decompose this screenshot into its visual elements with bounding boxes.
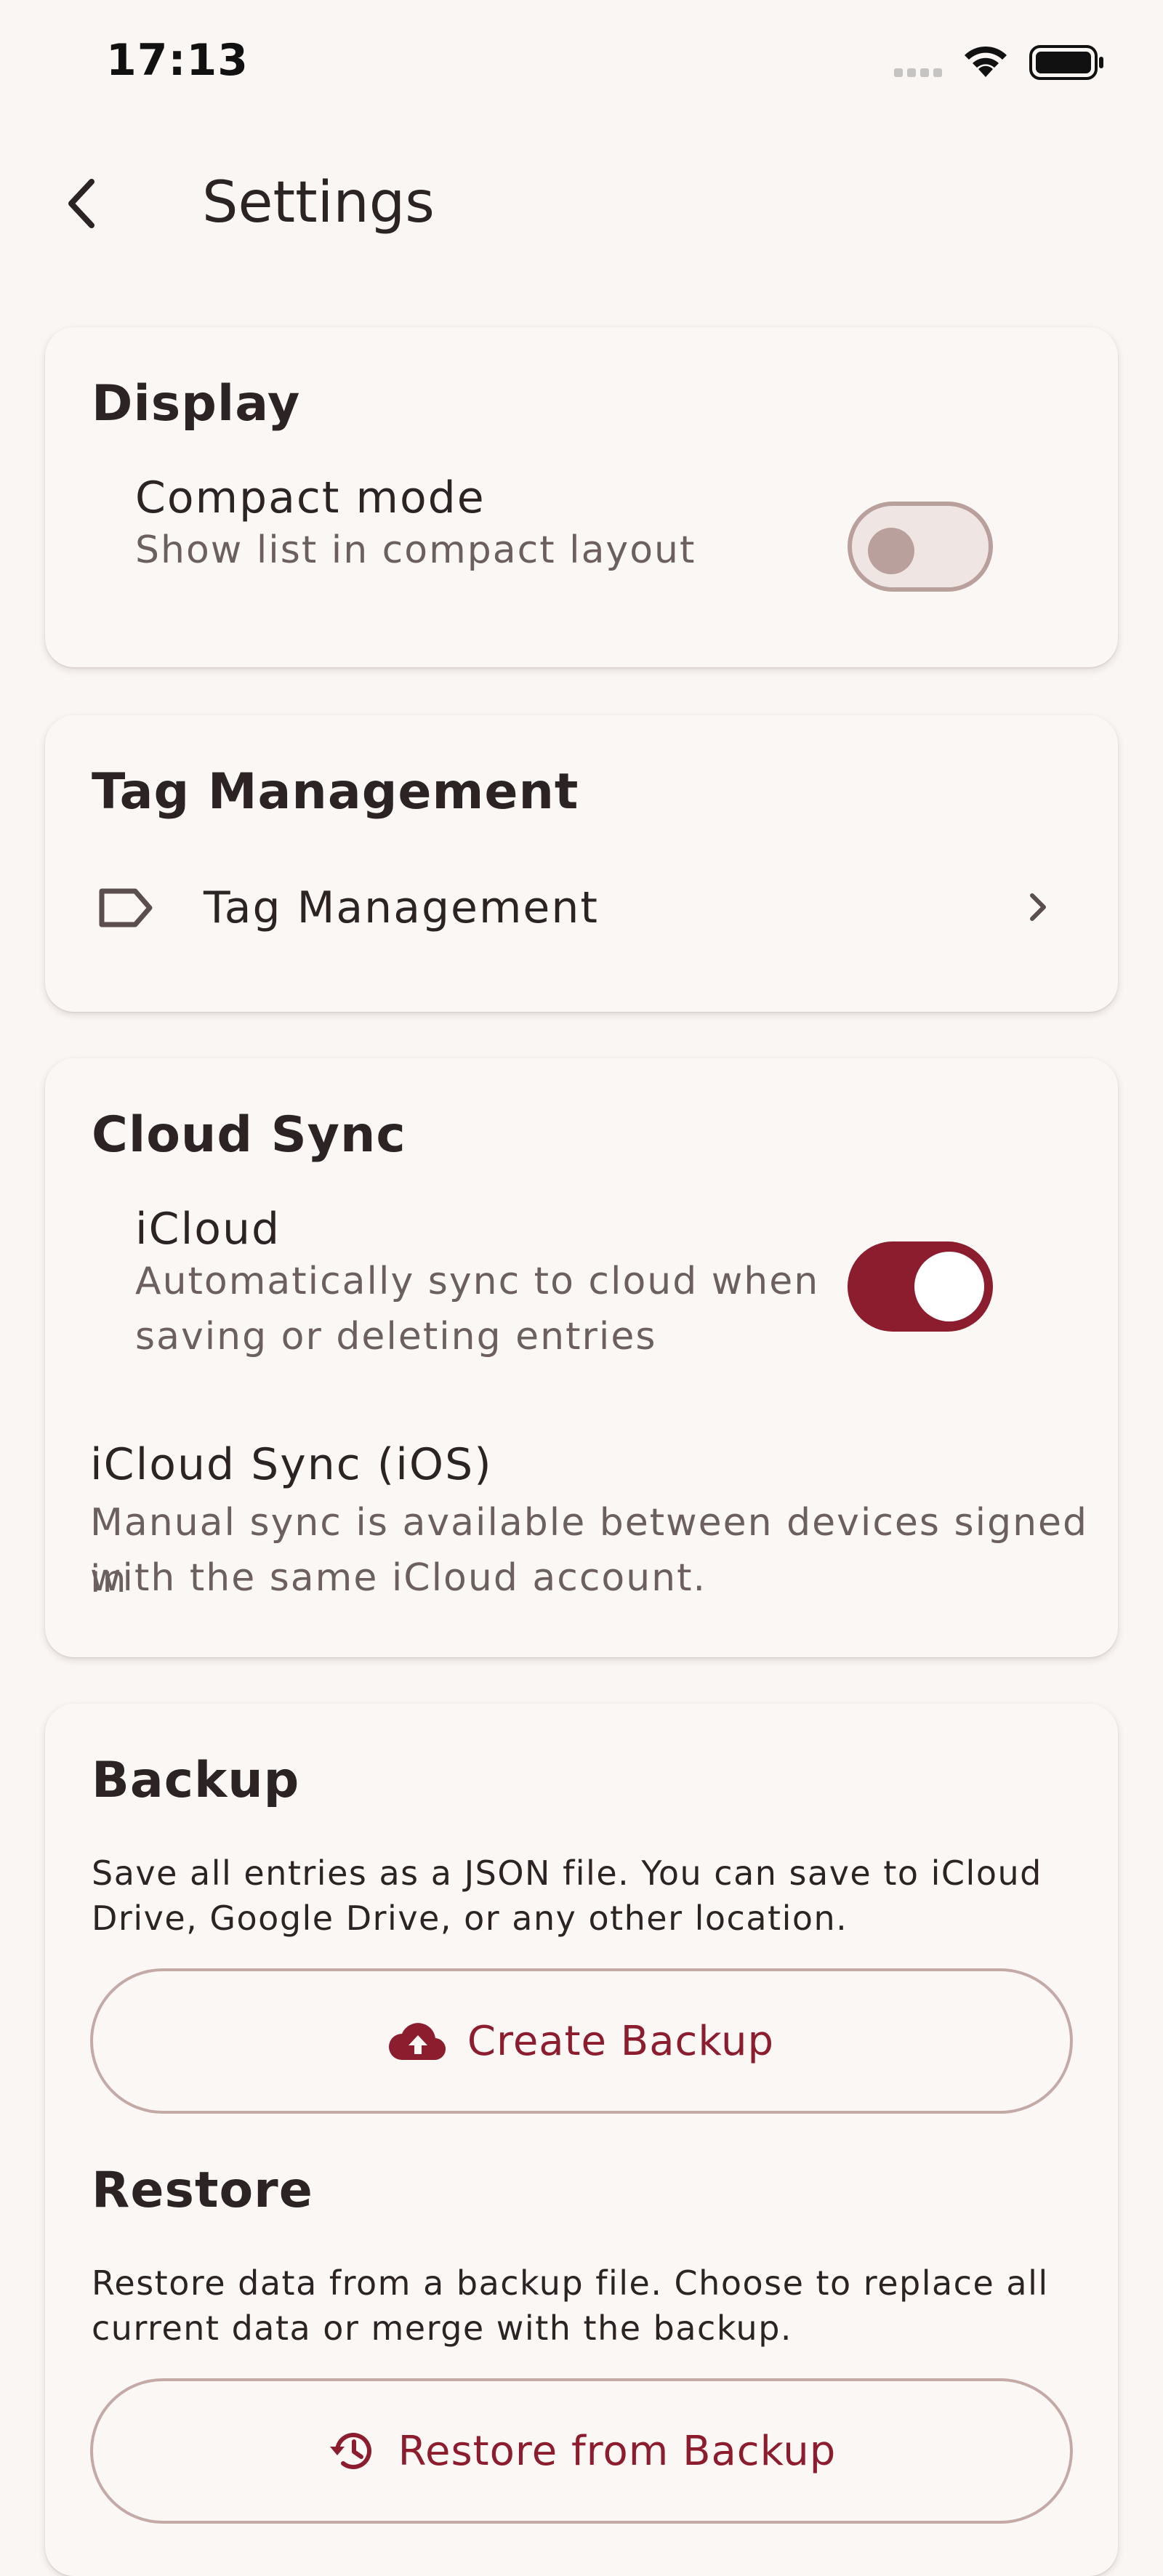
icloud-setting[interactable]: iCloud Automatically sync to cloud when … [45,1204,1118,1378]
status-time: 17:13 [106,35,249,86]
create-backup-label: Create Backup [467,2017,775,2065]
icloud-title: iCloud [135,1204,281,1255]
tag-management-card: Tag Management Tag Management [45,715,1118,1012]
chevron-left-icon [68,179,94,228]
tag-icon [99,888,153,927]
backup-description-line2: Drive, Google Drive, or any other locati… [92,1899,848,1938]
toggle-knob [868,528,914,574]
cellular-signal-icon [894,68,942,77]
page-title: Settings [202,170,435,236]
status-bar: 17:13 [0,0,1163,124]
chevron-right-icon [1030,893,1046,921]
wifi-icon [965,46,1007,77]
icloud-sync-ios-title: iCloud Sync (iOS) [90,1439,493,1490]
history-icon [329,2433,371,2470]
section-title-restore: Restore [92,2162,313,2219]
section-title-display: Display [92,375,301,432]
compact-mode-setting[interactable]: Compact mode Show list in compact layout [45,472,1118,618]
compact-mode-subtitle: Show list in compact layout [135,528,696,572]
restore-from-backup-label: Restore from Backup [398,2427,837,2475]
tag-management-row[interactable]: Tag Management [45,861,1118,955]
icloud-subtitle-line2: saving or deleting entries [135,1315,657,1359]
create-backup-button[interactable]: Create Backup [90,1968,1073,2114]
icloud-subtitle-line1: Automatically sync to cloud when [135,1260,820,1303]
cloud-upload-icon [388,2023,446,2061]
battery-icon [1029,45,1103,80]
tag-management-label: Tag Management [204,882,599,933]
backup-restore-card: Backup Save all entries as a JSON file. … [45,1704,1118,2576]
restore-description-line2: current data or merge with the backup. [92,2309,793,2348]
cloud-sync-card: Cloud Sync iCloud Automatically sync to … [45,1058,1118,1657]
display-card: Display Compact mode Show list in compac… [45,327,1118,667]
restore-description-line1: Restore data from a backup file. Choose … [92,2263,1049,2303]
back-button[interactable] [47,167,119,240]
icloud-toggle[interactable] [848,1241,993,1332]
compact-mode-toggle[interactable] [848,502,993,592]
icloud-sync-ios-description-line2: with the same iCloud account. [90,1556,707,1600]
toggle-knob [914,1252,984,1321]
compact-mode-title: Compact mode [135,472,486,523]
app-bar: Settings [0,145,1163,262]
restore-from-backup-button[interactable]: Restore from Backup [90,2378,1073,2524]
section-title-cloud-sync: Cloud Sync [92,1106,406,1164]
backup-description-line1: Save all entries as a JSON file. You can… [92,1853,1042,1893]
section-title-tag-management: Tag Management [92,763,579,821]
section-title-backup: Backup [92,1752,300,1809]
